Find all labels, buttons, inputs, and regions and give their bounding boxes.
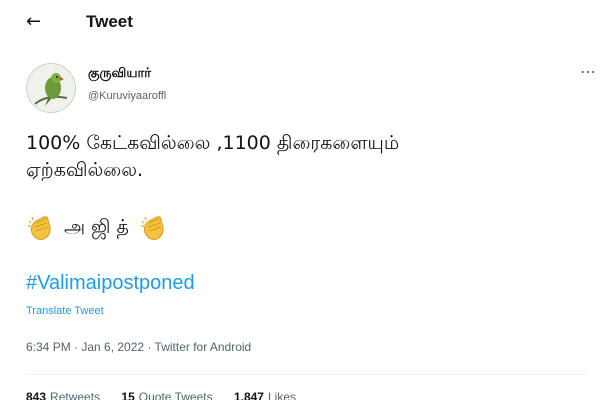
tweet-text-line-2: ஏற்கவில்லை. <box>26 159 144 181</box>
clapping-hands-icon <box>140 216 164 240</box>
user-handle[interactable]: @Kuruviyaaroffl <box>88 90 166 102</box>
avatar[interactable] <box>26 63 76 113</box>
likes-label[interactable]: Likes <box>268 390 296 400</box>
retweets-label[interactable]: Retweets <box>50 390 100 400</box>
more-options-icon[interactable]: ⋯ <box>580 62 596 81</box>
clapping-hands-icon <box>28 216 51 240</box>
translate-tweet-link[interactable]: Translate Tweet <box>26 305 104 317</box>
quotes-count[interactable]: 15 <box>121 390 134 400</box>
tweet-text: 100% கேட்கவில்லை ,1100 திரைகளையும் ஏற்கவ… <box>26 130 586 184</box>
divider <box>26 374 586 375</box>
display-name[interactable]: குருவியார் <box>88 66 151 82</box>
quotes-label[interactable]: Quote Tweets <box>139 390 213 400</box>
likes-count[interactable]: 1,847 <box>234 390 264 400</box>
retweets-count[interactable]: 843 <box>26 390 46 400</box>
emoji-line-text: அ ஜி த் <box>64 215 129 238</box>
parrot-avatar-icon <box>27 64 75 112</box>
back-arrow-icon[interactable]: ← <box>26 11 48 33</box>
emoji-line: அ ஜி த் <box>26 213 169 243</box>
tweet-page: ← Tweet குருவியார் @Kuruviyaaroffl ⋯ 100… <box>0 0 600 400</box>
page-title: Tweet <box>86 12 133 31</box>
tweet-stats: 843 Retweets 15 Quote Tweets 1,847 Likes <box>26 390 314 400</box>
hashtag-link[interactable]: #Valimaipostponed <box>26 272 195 295</box>
tweet-timestamp[interactable]: 6:34 PM · Jan 6, 2022 · Twitter for Andr… <box>26 340 251 354</box>
tweet-text-line-1: 100% கேட்கவில்லை ,1100 திரைகளையும் <box>26 132 400 154</box>
top-bar: ← Tweet <box>0 0 600 50</box>
